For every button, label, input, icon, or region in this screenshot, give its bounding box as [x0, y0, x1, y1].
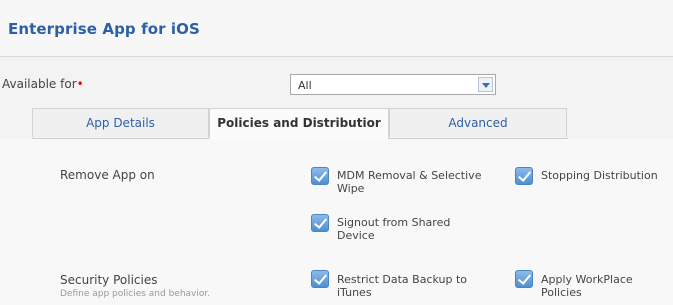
- required-indicator: •: [76, 77, 84, 91]
- chevron-down-icon[interactable]: [478, 77, 493, 92]
- tab-advanced-label: Advanced: [448, 116, 508, 130]
- restrict-backup-checkbox[interactable]: [311, 270, 329, 288]
- remove-app-label: Remove App on: [60, 168, 155, 182]
- security-policies-label: Security Policies: [60, 273, 158, 287]
- tab-policies-label: Policies and Distributior: [217, 116, 381, 130]
- available-for-select-value: All: [298, 79, 312, 92]
- stopping-distribution-checkbox[interactable]: [515, 167, 533, 185]
- page-title: Enterprise App for iOS: [8, 20, 200, 38]
- available-for-text: Available for: [2, 77, 77, 91]
- signout-shared-device-checkbox[interactable]: [311, 214, 329, 232]
- signout-shared-device-label: Signout from Shared Device: [337, 216, 451, 242]
- apply-workplace-checkbox[interactable]: [515, 270, 533, 288]
- tab-app-details[interactable]: App Details: [32, 108, 209, 137]
- tab-app-details-label: App Details: [86, 116, 155, 130]
- stopping-distribution-label: Stopping Distribution: [541, 169, 658, 182]
- available-for-select[interactable]: All: [290, 74, 496, 95]
- apply-workplace-label: Apply WorkPlace Policies: [541, 273, 633, 299]
- mdm-removal-label: MDM Removal & Selective Wipe: [337, 169, 482, 195]
- tab-advanced[interactable]: Advanced: [389, 108, 567, 137]
- policies-panel: Remove App on MDM Removal & Selective Wi…: [0, 139, 673, 305]
- page-header: Enterprise App for iOS: [0, 0, 673, 57]
- security-policies-description: Define app policies and behavior.: [60, 289, 211, 299]
- available-for-label: Available for•: [2, 77, 84, 91]
- tab-bar: App Details Policies and Distributior Ad…: [32, 108, 568, 139]
- tab-policies-and-distribution[interactable]: Policies and Distributior: [209, 108, 389, 139]
- mdm-removal-checkbox[interactable]: [311, 167, 329, 185]
- restrict-backup-label: Restrict Data Backup to iTunes: [337, 273, 468, 299]
